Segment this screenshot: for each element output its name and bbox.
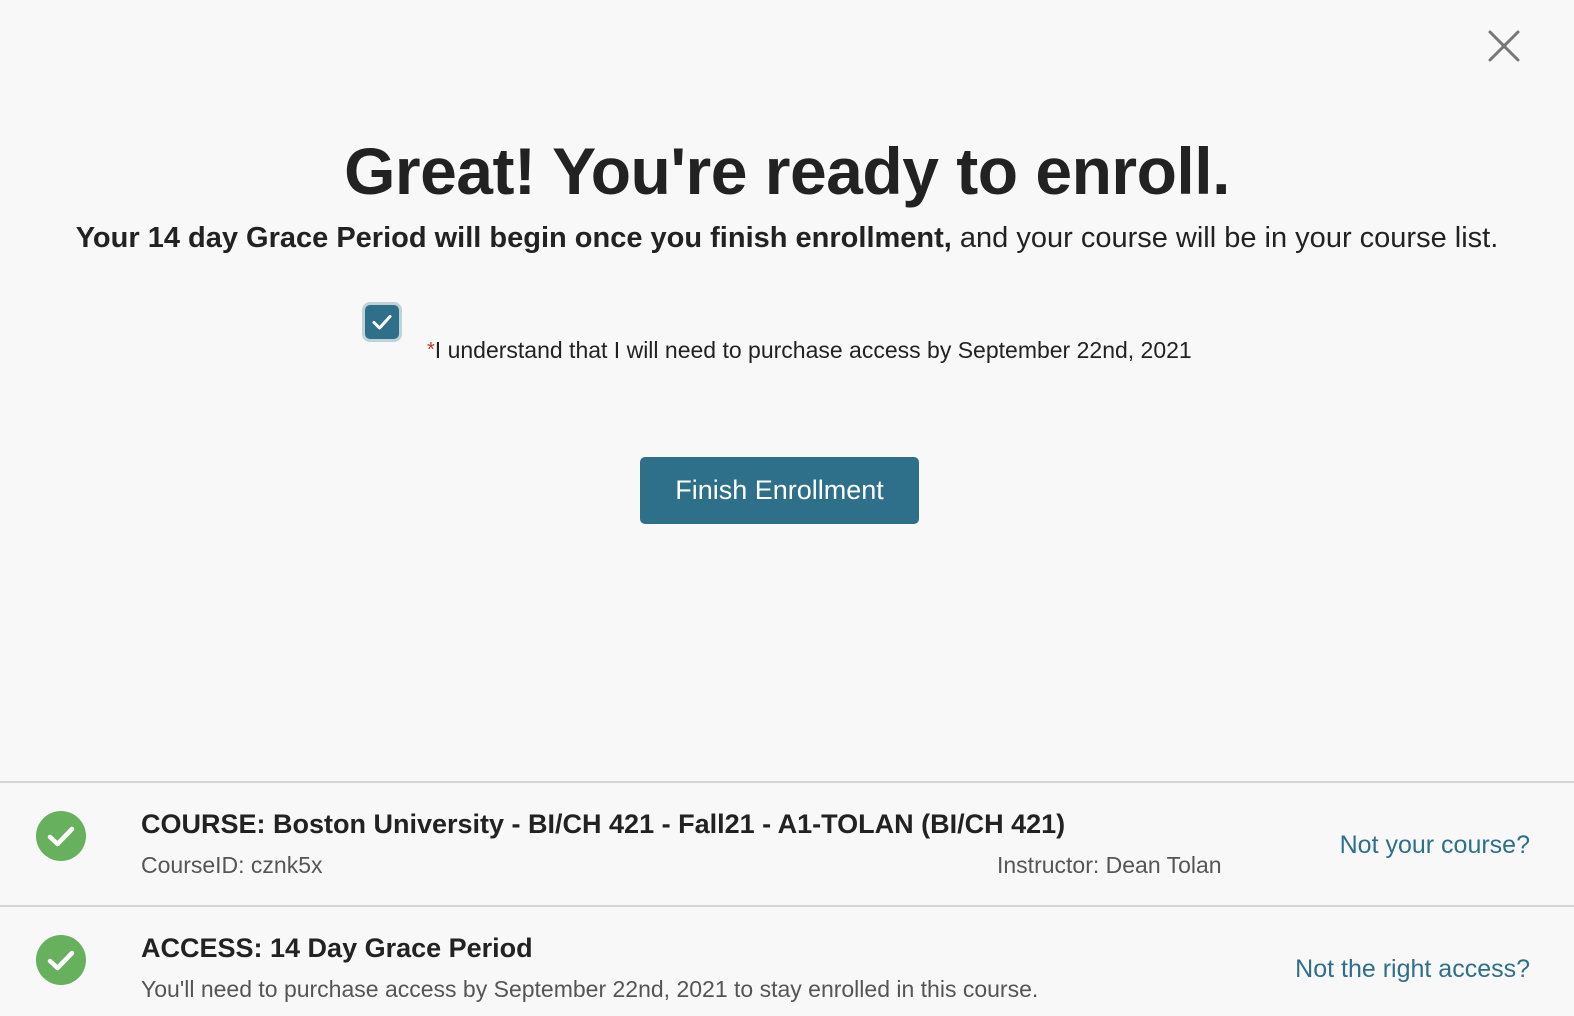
acknowledge-label[interactable]: *I understand that I will need to purcha… bbox=[427, 334, 1192, 366]
grace-period-emphasis: Your 14 day Grace Period will begin once… bbox=[75, 222, 952, 254]
finish-enrollment-button[interactable]: Finish Enrollment bbox=[640, 457, 919, 524]
section-divider bbox=[0, 781, 1574, 783]
check-circle-icon bbox=[36, 935, 86, 985]
section-divider bbox=[0, 905, 1574, 907]
acknowledge-checkbox[interactable] bbox=[365, 305, 399, 339]
grace-period-message: Your 14 day Grace Period will begin once… bbox=[0, 218, 1574, 258]
page-title: Great! You're ready to enroll. bbox=[344, 134, 1230, 208]
acknowledge-text: I understand that I will need to purchas… bbox=[434, 337, 1192, 363]
access-title: ACCESS: 14 Day Grace Period bbox=[141, 933, 533, 963]
close-icon[interactable] bbox=[1484, 26, 1524, 66]
course-id: CourseID: cznk5x bbox=[141, 852, 323, 878]
required-asterisk: * bbox=[427, 339, 435, 361]
grace-period-detail: and your course will be in your course l… bbox=[951, 222, 1499, 254]
access-description: You'll need to purchase access by Septem… bbox=[141, 976, 1039, 1002]
course-title: COURSE: Boston University - BI/CH 421 - … bbox=[141, 809, 1066, 839]
not-right-access-link[interactable]: Not the right access? bbox=[1295, 953, 1530, 985]
checkmark-icon bbox=[372, 315, 392, 330]
course-instructor: Instructor: Dean Tolan bbox=[997, 852, 1222, 878]
not-your-course-link[interactable]: Not your course? bbox=[1340, 829, 1530, 861]
check-circle-icon bbox=[36, 811, 86, 861]
